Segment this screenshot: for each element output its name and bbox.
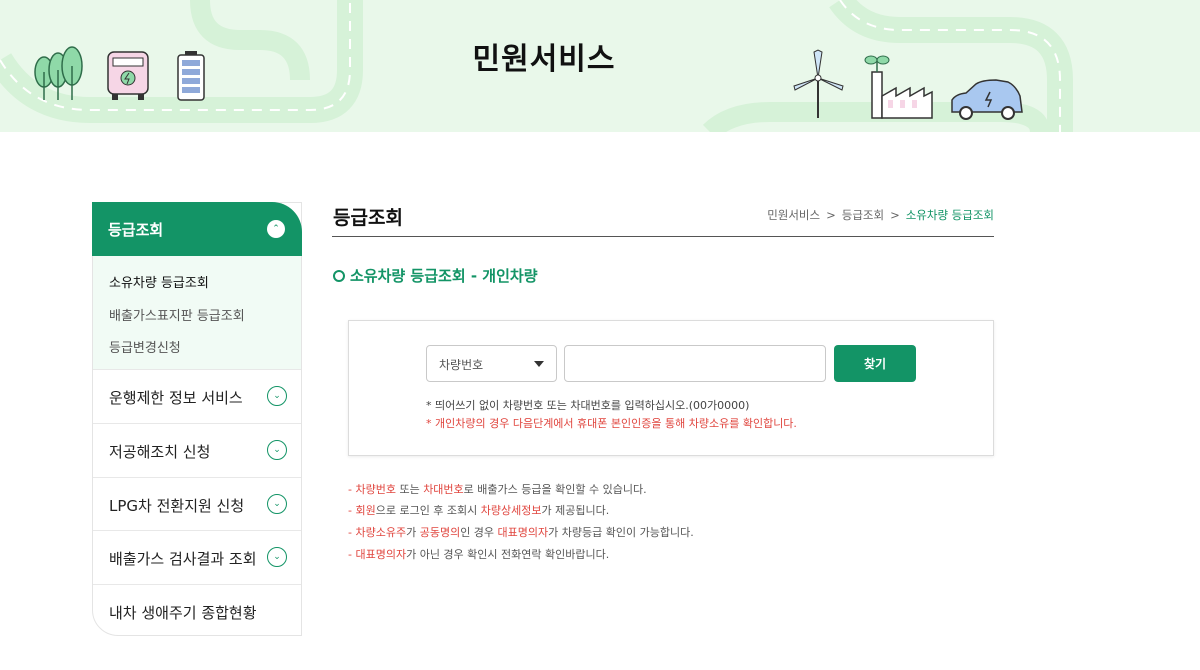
section-title: 소유차량 등급조회 - 개인차량 xyxy=(333,265,538,286)
notice-text: 가 차량등급 확인이 가능합니다. xyxy=(548,526,694,539)
chevron-up-icon[interactable]: ⌃ xyxy=(267,220,285,238)
submenu-item-emission-sign[interactable]: 배출가스표지판 등급조회 xyxy=(109,305,245,324)
search-panel: 차량번호 찾기 * 띄어쓰기 없이 차량번호 또는 차대번호를 입력하십시오.(… xyxy=(348,320,994,456)
breadcrumb-separator: > xyxy=(890,208,900,222)
notice-text: 차대번호 xyxy=(423,483,464,496)
select-value: 차량번호 xyxy=(439,358,484,372)
title-divider xyxy=(332,236,994,237)
breadcrumb-link[interactable]: 민원서비스 xyxy=(767,208,820,222)
breadcrumb-separator: > xyxy=(826,208,836,222)
search-button[interactable]: 찾기 xyxy=(834,345,916,382)
chevron-down-icon[interactable]: ⌄ xyxy=(267,440,287,460)
sidebar-item-restriction-info[interactable]: 운행제한 정보 서비스 ⌄ xyxy=(93,369,301,423)
circle-bullet-icon xyxy=(333,270,345,282)
notice-item: - 회원으로 로그인 후 조회시 차량상세정보가 제공됩니다. xyxy=(348,502,609,518)
breadcrumb: 민원서비스 > 등급조회 > 소유차량 등급조회 xyxy=(720,207,994,223)
notice-text: 공동명의 xyxy=(419,526,461,539)
caret-down-icon xyxy=(534,361,544,367)
chevron-down-icon[interactable]: ⌄ xyxy=(267,494,287,514)
notice-text: 로 배출가스 등급을 확인할 수 있습니다. xyxy=(463,483,647,496)
sidebar-header-label: 등급조회 xyxy=(108,221,164,239)
sidebar-item-grade-inquiry[interactable]: 등급조회 ⌃ xyxy=(92,202,302,256)
notice-text: 인 경우 xyxy=(460,526,498,539)
sidebar-item-lpg-conversion[interactable]: LPG차 전환지원 신청 ⌄ xyxy=(93,477,301,531)
breadcrumb-current: 소유차량 등급조회 xyxy=(905,208,994,222)
sidebar-nav: 등급조회 ⌃ 소유차량 등급조회 배출가스표지판 등급조회 등급변경신청 운행제… xyxy=(92,202,302,636)
notice-text: 차량소유주 xyxy=(355,526,407,539)
banner-title: 민원서비스 xyxy=(472,42,616,77)
notice-text: 대표명의자 xyxy=(355,548,407,561)
sidebar-item-low-emission[interactable]: 저공해조치 신청 ⌄ xyxy=(93,423,301,477)
sidebar-item-label: 저공해조치 신청 xyxy=(109,443,211,461)
notice-text: 차량상세정보 xyxy=(480,504,542,517)
submenu-item-grade-change[interactable]: 등급변경신청 xyxy=(109,337,181,356)
sidebar-item-emission-test[interactable]: 배출가스 검사결과 조회 ⌄ xyxy=(93,530,301,584)
notice-text: 가 xyxy=(406,526,420,539)
notice-item: - 대표명의자가 아닌 경우 확인시 전화연락 확인바랍니다. xyxy=(348,546,609,562)
notice-text: 가 제공됩니다. xyxy=(541,504,610,517)
sidebar-item-label: 내차 생애주기 종합현황 xyxy=(109,604,257,622)
notice-text: 가 아닌 경우 확인시 전화연락 확인바랍니다. xyxy=(406,548,610,561)
sidebar-item-label: LPG차 전환지원 신청 xyxy=(109,497,245,515)
submenu-item-owned-vehicle[interactable]: 소유차량 등급조회 xyxy=(109,272,209,291)
chevron-down-icon[interactable]: ⌄ xyxy=(267,386,287,406)
sidebar-item-lifecycle-status[interactable]: 내차 생애주기 종합현황 xyxy=(93,584,301,638)
breadcrumb-link[interactable]: 등급조회 xyxy=(842,208,884,222)
sidebar-item-label: 운행제한 정보 서비스 xyxy=(109,389,243,407)
section-title-text: 소유차량 등급조회 - 개인차량 xyxy=(350,267,538,285)
sidebar-item-label: 배출가스 검사결과 조회 xyxy=(109,550,257,568)
search-warning: * 개인차량의 경우 다음단계에서 휴대폰 본인인증을 통해 차량소유를 확인합… xyxy=(426,417,797,430)
search-hint: * 띄어쓰기 없이 차량번호 또는 차대번호를 입력하십시오.(00가0000) xyxy=(426,399,750,412)
notice-text: 대표명의자 xyxy=(497,526,549,539)
notice-item: - 차량소유주가 공동명의인 경우 대표명의자가 차량등급 확인이 가능합니다. xyxy=(348,524,694,540)
vehicle-number-input[interactable] xyxy=(564,345,826,382)
sidebar-submenu: 소유차량 등급조회 배출가스표지판 등급조회 등급변경신청 xyxy=(93,256,301,369)
notice-text: 회원 xyxy=(355,504,376,517)
chevron-down-icon[interactable]: ⌄ xyxy=(267,547,287,567)
notice-text: 차량번호 xyxy=(355,483,396,496)
search-type-select[interactable]: 차량번호 xyxy=(426,345,557,382)
page-title: 등급조회 xyxy=(333,207,403,229)
notice-item: - 차량번호 또는 차대번호로 배출가스 등급을 확인할 수 있습니다. xyxy=(348,481,647,497)
notice-text: 으로 로그인 후 조회시 xyxy=(375,504,481,517)
top-banner: 민원서비스 xyxy=(0,0,1200,132)
notice-text: 또는 xyxy=(395,483,424,496)
